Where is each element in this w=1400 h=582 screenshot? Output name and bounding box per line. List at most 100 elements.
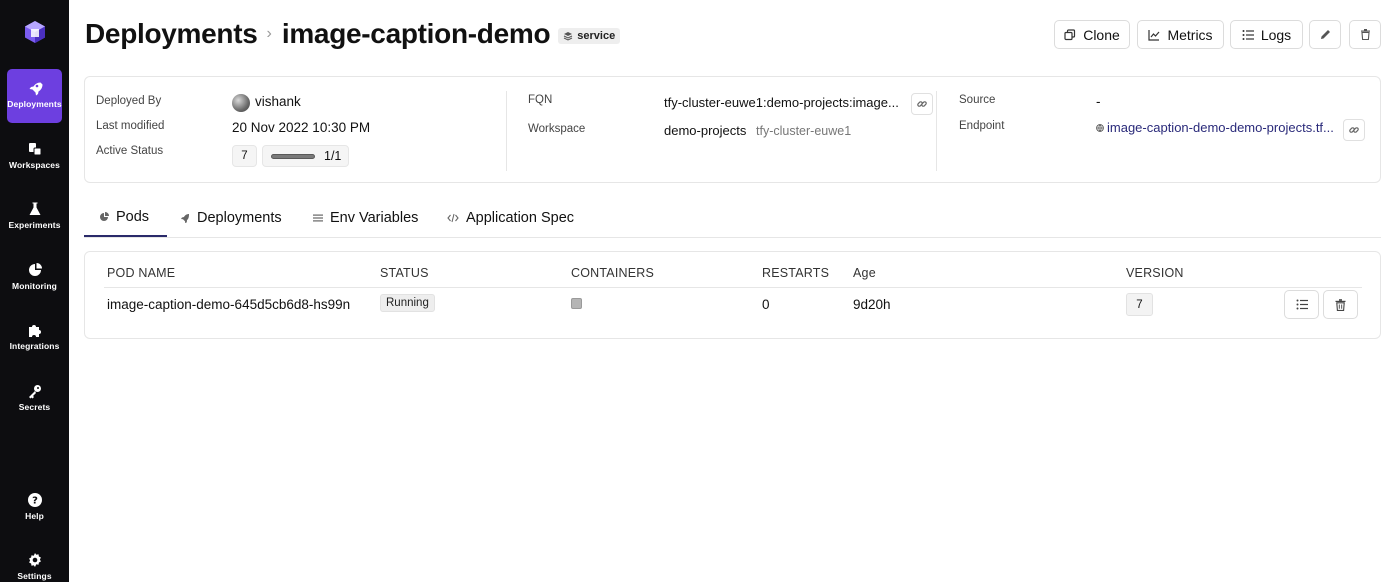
code-icon	[447, 213, 459, 223]
tab-label: Application Spec	[466, 209, 575, 226]
gear-icon	[27, 552, 43, 568]
page-title: image-caption-demo	[281, 18, 551, 49]
column-header-pod-name: POD NAME	[107, 266, 176, 280]
pods-progress-bar	[271, 153, 315, 159]
fqn-value: tfy-cluster-euwe1:demo-projects:image...	[664, 95, 899, 110]
sidebar-item-secrets[interactable]: Secrets	[7, 372, 62, 426]
link-icon	[1349, 125, 1359, 135]
pod-logs-button[interactable]	[1284, 290, 1319, 319]
sidebar-item-deployments[interactable]: Deployments	[7, 69, 62, 123]
pencil-icon	[1320, 29, 1331, 40]
column-header-restarts: RESTARTS	[762, 266, 830, 280]
active-version-value: 7	[241, 150, 248, 162]
sidebar: Deployments Workspaces Experiments Monit…	[0, 0, 69, 582]
list-icon	[1296, 299, 1308, 310]
tab-deployments[interactable]: Deployments	[180, 198, 282, 237]
workspace-cluster: tfy-cluster-euwe1	[756, 124, 852, 138]
metrics-button[interactable]: Metrics	[1137, 20, 1224, 49]
last-modified-label: Last modified	[96, 120, 165, 132]
sidebar-item-settings[interactable]: Settings	[7, 541, 62, 582]
sidebar-item-monitoring[interactable]: Monitoring	[7, 251, 62, 305]
copy-icon	[1064, 28, 1076, 41]
copy-fqn-button[interactable]	[911, 93, 933, 115]
sidebar-item-label: Settings	[17, 571, 52, 581]
breadcrumb-deployments-link[interactable]: Deployments	[85, 18, 258, 50]
deployment-info-card: Deployed By vishank Last modified 20 Nov…	[84, 76, 1381, 183]
column-header-version: VERSION	[1126, 266, 1184, 280]
tab-application-spec[interactable]: Application Spec	[447, 198, 574, 237]
sidebar-item-workspaces[interactable]: Workspaces	[7, 130, 62, 184]
tab-label: Pods	[116, 208, 150, 225]
pods-table: POD NAME STATUS CONTAINERS RESTARTS Age …	[84, 251, 1381, 339]
source-value: -	[1096, 94, 1101, 109]
rocket-icon	[27, 80, 43, 96]
active-status-label: Active Status	[96, 145, 164, 157]
column-header-containers: CONTAINERS	[571, 266, 655, 280]
restarts-cell: 0	[762, 297, 770, 312]
logs-button[interactable]: Logs	[1230, 20, 1303, 49]
sidebar-item-label: Workspaces	[9, 160, 60, 170]
sidebar-item-label: Secrets	[18, 402, 51, 412]
sidebar-item-experiments[interactable]: Experiments	[7, 190, 62, 244]
clone-button[interactable]: Clone	[1054, 20, 1130, 49]
version-badge: 7	[1126, 293, 1153, 316]
tab-label: Env Variables	[330, 209, 419, 226]
line-chart-icon	[1148, 29, 1160, 41]
status-badge: Running	[380, 294, 435, 312]
type-badge-label: service	[577, 29, 616, 42]
workspace-value[interactable]: demo-projects	[664, 123, 746, 138]
sidebar-item-label: Monitoring	[12, 281, 57, 291]
key-icon	[27, 383, 43, 399]
sidebar-item-integrations[interactable]: Integrations	[7, 311, 62, 365]
last-modified-value: 20 Nov 2022 10:30 PM	[232, 120, 371, 135]
list-icon	[313, 213, 323, 223]
endpoint-link[interactable]: image-caption-demo-demo-projects.tf...	[1107, 120, 1334, 135]
flask-icon	[27, 201, 43, 217]
active-version-badge: 7	[232, 145, 257, 167]
active-pods-value: 1/1	[324, 149, 342, 163]
sidebar-item-help[interactable]: ? Help	[7, 481, 62, 535]
sidebar-item-label: Experiments	[8, 220, 61, 230]
sidebar-item-label: Help	[25, 511, 44, 521]
divider	[936, 91, 937, 171]
pods-status-pill: 1/1	[262, 145, 349, 167]
app-logo[interactable]	[22, 19, 48, 45]
trash-icon	[1360, 29, 1371, 40]
fqn-label: FQN	[528, 94, 553, 106]
pod-delete-button[interactable]	[1323, 290, 1358, 319]
chevron-right-icon: ›	[266, 25, 272, 42]
workspaces-icon	[27, 141, 43, 157]
tab-pods[interactable]: Pods	[84, 198, 167, 237]
deployed-by-value: vishank	[255, 94, 301, 109]
tab-bar: Pods Deployments Env Variables Applicati…	[84, 198, 1381, 238]
endpoint-label: Endpoint	[959, 120, 1005, 132]
type-badge: service	[558, 27, 621, 44]
help-icon: ?	[27, 492, 43, 508]
logs-button-label: Logs	[1260, 26, 1292, 43]
edit-button[interactable]	[1309, 20, 1341, 49]
trash-icon	[1335, 298, 1346, 311]
source-label: Source	[959, 94, 996, 106]
tab-label: Deployments	[197, 209, 282, 226]
metrics-button-label: Metrics	[1167, 26, 1213, 43]
globe-icon	[1096, 124, 1104, 132]
pie-chart-icon	[27, 262, 43, 278]
deployed-by-label: Deployed By	[96, 95, 162, 107]
pod-name-cell: image-caption-demo-645d5cb6d8-hs99n	[107, 297, 351, 312]
rocket-icon	[180, 213, 190, 223]
container-status-indicator[interactable]	[571, 298, 582, 309]
divider	[104, 287, 1362, 288]
version-value: 7	[1136, 298, 1143, 311]
list-icon	[1242, 29, 1254, 41]
layers-icon	[563, 31, 573, 41]
link-icon	[917, 99, 927, 109]
tab-env-variables[interactable]: Env Variables	[313, 198, 418, 237]
column-header-age: Age	[853, 266, 876, 280]
age-cell: 9d20h	[853, 297, 891, 312]
svg-text:?: ?	[32, 496, 38, 507]
copy-endpoint-button[interactable]	[1343, 119, 1365, 141]
sidebar-item-label: Deployments	[7, 99, 62, 109]
delete-button[interactable]	[1349, 20, 1381, 49]
puzzle-icon	[27, 322, 43, 338]
clone-button-label: Clone	[1083, 26, 1120, 43]
